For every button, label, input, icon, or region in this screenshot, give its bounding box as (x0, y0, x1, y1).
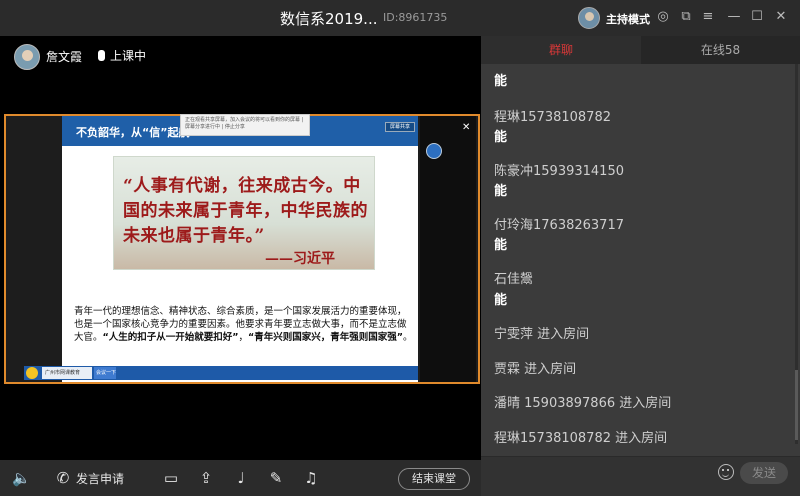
teaching-status-label: 上课中 (110, 49, 147, 63)
shared-taskbar-item: 广州市网课教育 (42, 367, 92, 379)
chat-message-sender: 陈豪冲15939314150 (494, 164, 624, 179)
speaker-icon[interactable]: 🔈 (12, 469, 31, 487)
chat-event: 程琳15738108782 进入房间 (494, 431, 668, 446)
teacher-name: 詹文霞 (46, 50, 83, 64)
chat-message-sender: 付玲海17638263717 (494, 218, 624, 233)
share-side-badge (426, 143, 442, 159)
microphone-icon[interactable]: ♩ (232, 469, 250, 487)
popout-icon[interactable]: ⧉ (678, 9, 694, 25)
minimize-icon[interactable]: — (726, 9, 742, 25)
chat-message-text: 能 (494, 184, 508, 199)
host-mode-label[interactable]: 主持模式 (606, 11, 650, 27)
phone-icon[interactable]: ✆ (54, 469, 72, 487)
chat-message-text: 能 (494, 293, 508, 308)
share-close-icon: ✕ (462, 122, 471, 133)
camera-off-icon[interactable]: ▭ (162, 469, 180, 487)
settings-icon[interactable]: ◎ (655, 9, 671, 25)
slide-body-end: 。 (403, 332, 413, 343)
shared-start-icon (26, 367, 38, 379)
tab-group-chat[interactable]: 群聊 (481, 36, 641, 64)
host-avatar[interactable] (578, 7, 600, 29)
emoji-icon[interactable] (718, 464, 734, 480)
chat-scroll-thumb[interactable] (795, 370, 798, 440)
slide-body-emphasis-1: “人生的扣子从一开始就要扣好” (102, 332, 239, 343)
chat-event: 潘晴 15903897866 进入房间 (494, 396, 672, 411)
slide-body-separator: ， (238, 332, 249, 343)
end-class-button[interactable]: 结束课堂 (398, 468, 470, 490)
slide-body-emphasis-2: “青年兴则国家兴，青年强则国家强” (248, 332, 404, 343)
share-notice-toolbar: 正在观看共享屏幕，加入会议的将可以看到你的屏幕 | 屏幕分享进行中 | 停止分享 (180, 114, 310, 136)
close-icon[interactable]: ✕ (773, 9, 789, 25)
share-mini-button: 屏幕共享 (385, 122, 415, 132)
slide-body-text: 青年一代的理想信念、精神状态、综合素质，是一个国家发展活力的重要体现，也是一个国… (74, 305, 414, 344)
edit-icon[interactable]: ✎ (267, 469, 285, 487)
teacher-avatar (14, 44, 40, 70)
chat-message-sender: 程琳15738108782 (494, 110, 611, 125)
teaching-status: 上课中 (98, 47, 146, 64)
window-title: 数信系2019... (280, 10, 378, 28)
music-icon[interactable]: ♫ (302, 469, 320, 487)
room-id: ID:8961735 (383, 11, 448, 24)
quote-author: ——习近平 (265, 251, 335, 267)
speak-request-button[interactable]: 发言申请 (76, 470, 124, 487)
chat-event: 贾霖 进入房间 (494, 362, 577, 377)
chat-message-text: 能 (494, 74, 508, 89)
chat-message-text: 能 (494, 238, 508, 253)
shared-taskbar-item: 会议一下 (94, 367, 116, 379)
tab-online-list[interactable]: 在线58 (641, 36, 800, 64)
chat-message-sender: 石佳鬶 (494, 272, 534, 287)
share-screen-icon[interactable]: ⇪ (197, 469, 215, 487)
slide-header-title: 不负韶华，从“信”起航 (76, 126, 190, 139)
menu-icon[interactable]: ≡ (700, 9, 716, 25)
quote-text: “人事有代谢，往来成古今。中国的未来属于青年，中华民族的未来也属于青年。” (123, 176, 368, 246)
chat-message-text: 能 (494, 130, 508, 145)
chat-event: 宁雯萍 进入房间 (494, 327, 590, 342)
mic-icon (98, 50, 105, 61)
send-button[interactable]: 发送 (740, 462, 788, 484)
maximize-icon[interactable]: ☐ (749, 9, 765, 25)
